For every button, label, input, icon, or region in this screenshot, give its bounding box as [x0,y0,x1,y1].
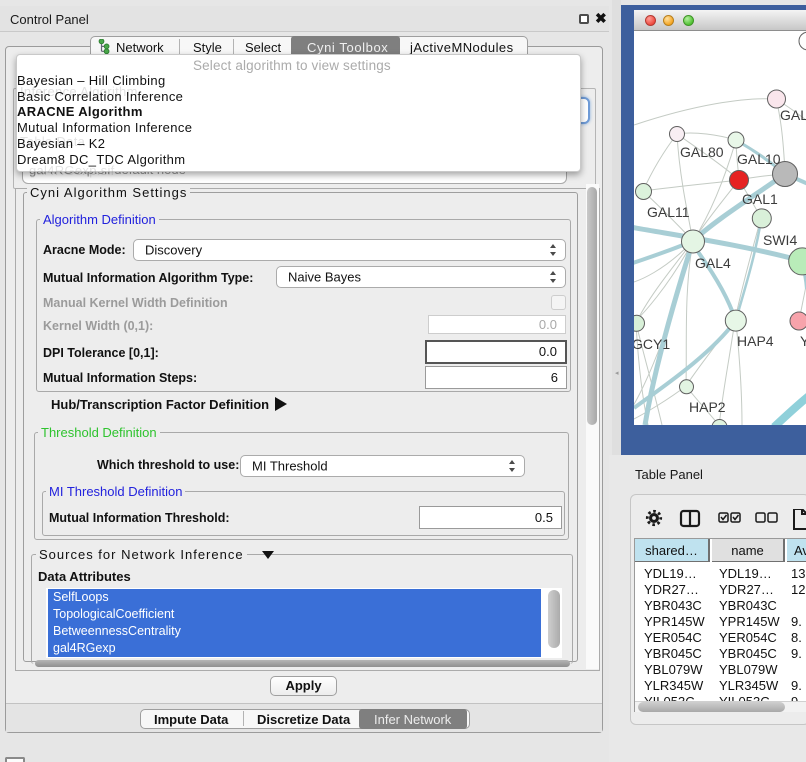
svg-text:GAL1: GAL1 [742,191,778,207]
svg-text:SWI4: SWI4 [763,232,797,248]
svg-text:GCY1: GCY1 [634,336,670,352]
svg-text:GAL80: GAL80 [680,144,724,160]
svg-text:GAL4: GAL4 [695,255,731,271]
svg-text:YD: YD [800,333,806,349]
svg-text:HAP2: HAP2 [689,399,726,415]
svg-text:GAL: GAL [780,107,806,123]
svg-text:GAL10: GAL10 [737,151,781,167]
svg-text:GAL11: GAL11 [647,204,690,220]
svg-text:HAP4: HAP4 [737,333,774,349]
